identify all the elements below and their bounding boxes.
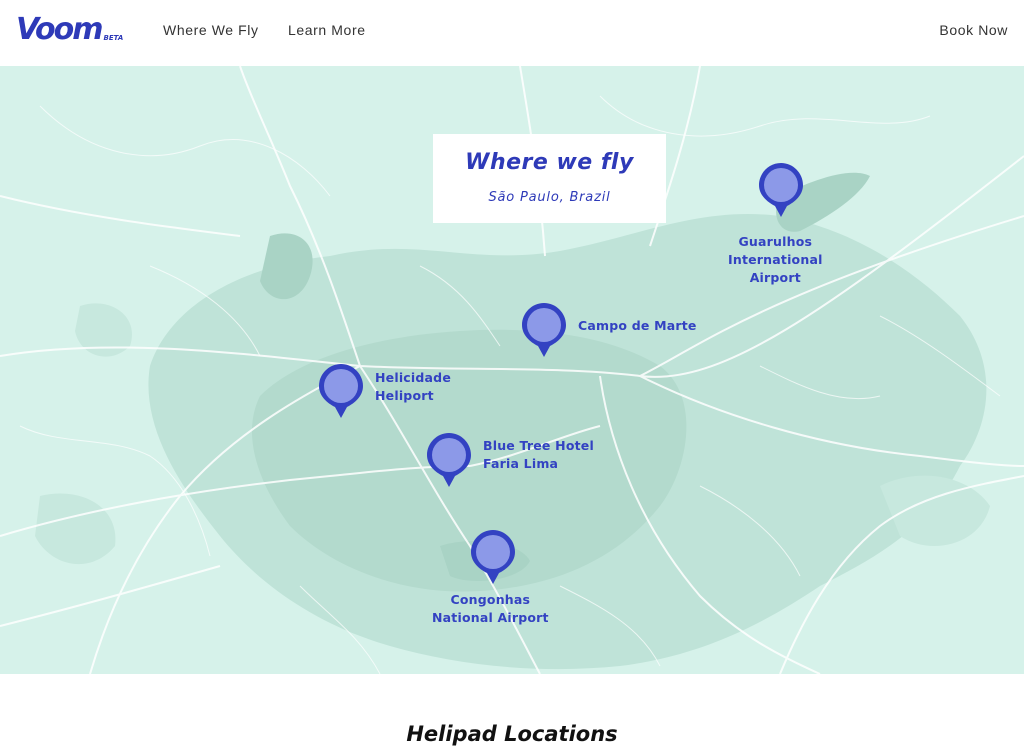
map-pin-icon (427, 433, 471, 487)
map-pin-campo-de-marte[interactable] (520, 301, 568, 359)
map-pin-icon (759, 163, 803, 217)
logo-wordmark: Voom (16, 12, 104, 47)
location-label-congonhas[interactable]: Congonhas National Airport (432, 591, 549, 627)
map-title-card: Where we fly São Paulo, Brazil (433, 134, 666, 223)
map-pin-icon (471, 530, 515, 584)
map-pin-blue-tree[interactable] (425, 431, 473, 489)
section-title-helipad-locations: Helipad Locations (406, 722, 618, 746)
map-subtitle: São Paulo, Brazil (488, 190, 611, 205)
map-pin-helicidade[interactable] (317, 362, 365, 420)
map-pin-icon (319, 364, 363, 418)
location-label-guarulhos[interactable]: Guarulhos International Airport (728, 233, 823, 287)
nav-book-now[interactable]: Book Now (939, 22, 1008, 38)
map-title: Where we fly (465, 150, 634, 175)
location-label-campo-de-marte[interactable]: Campo de Marte (578, 317, 697, 335)
nav-where-we-fly[interactable]: Where We Fly (163, 22, 259, 38)
map-pin-congonhas[interactable] (469, 528, 517, 586)
location-label-helicidade[interactable]: Helicidade Heliport (375, 369, 451, 405)
nav-learn-more[interactable]: Learn More (288, 22, 366, 38)
logo-beta-badge: BETA (103, 34, 124, 42)
sao-paulo-map[interactable]: Where we fly São Paulo, Brazil Guarulhos… (0, 66, 1024, 674)
top-navigation-bar: Voom BETA Where We Fly Learn More Book N… (0, 0, 1024, 66)
voom-logo[interactable]: Voom BETA (16, 14, 123, 46)
map-pin-guarulhos[interactable] (757, 161, 805, 219)
location-label-blue-tree[interactable]: Blue Tree Hotel Faria Lima (483, 437, 594, 473)
map-pin-icon (522, 303, 566, 357)
